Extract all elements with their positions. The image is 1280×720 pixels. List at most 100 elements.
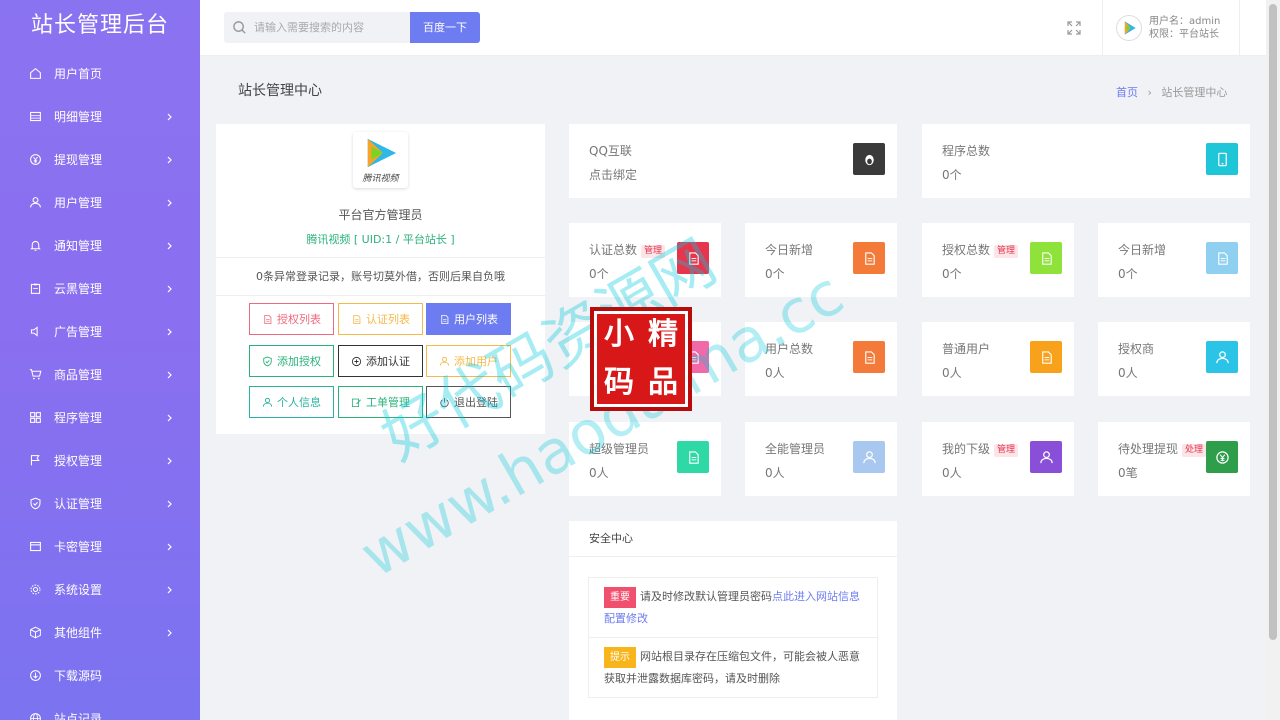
stat-card-7[interactable]: 用户总数 0人	[745, 322, 897, 396]
seal-char: 精	[648, 317, 678, 352]
stat-value: 0人	[589, 466, 609, 480]
quick-button-8[interactable]: 退出登陆	[426, 386, 511, 418]
stat-value: 0笔	[1118, 466, 1138, 480]
sidebar-nav: 用户首页明细管理提现管理用户管理 通知管理 云黑管理 广告管理 商品管理程序管理授权管理…	[0, 52, 200, 720]
stat-tag[interactable]: 管理	[994, 245, 1019, 258]
list-icon	[28, 110, 42, 124]
sidebar-item-0[interactable]: 用户首页	[0, 52, 200, 95]
sidebar-item-6[interactable]: 广告管理	[0, 310, 200, 353]
stat-value: 0人	[942, 366, 962, 380]
sidebar-item-1[interactable]: 明细管理	[0, 95, 200, 138]
stat-card-12[interactable]: 我的下级 管理 0人	[922, 422, 1074, 496]
sidebar-item-13[interactable]: 其他组件	[0, 611, 200, 654]
quick-button-0[interactable]: 授权列表	[249, 303, 334, 335]
sidebar-item-12[interactable]: 系统设置	[0, 568, 200, 611]
sidebar-item-label: 用户首页	[54, 67, 103, 81]
phone-icon	[1206, 143, 1238, 175]
notice-text: 网站根目录存在压缩包文件，可能会被人恶意获取并泄露数据库密码，请及时删除	[604, 650, 860, 685]
doc-icon	[439, 314, 454, 325]
quick-button-5[interactable]: 添加用户	[426, 345, 511, 377]
sidebar-item-2[interactable]: 提现管理	[0, 138, 200, 181]
stat-title: 今日新增	[1118, 243, 1167, 257]
quick-button-3[interactable]: 添加授权	[249, 345, 334, 377]
stat-value: 0人	[765, 366, 785, 380]
doc-icon	[1030, 242, 1062, 274]
sidebar-item-10[interactable]: 认证管理	[0, 482, 200, 525]
quick-button-label: 添加认证	[366, 355, 410, 368]
stat-title: 用户总数	[765, 342, 814, 356]
chevron-right-icon	[166, 586, 174, 594]
quick-button-6[interactable]: 个人信息	[249, 386, 334, 418]
quick-button-7[interactable]: 工单管理	[338, 386, 423, 418]
stat-card-5[interactable]: 今日新增 0个	[1098, 223, 1250, 297]
chevron-right-icon	[166, 328, 174, 336]
user-profile-box[interactable]: 用户名：admin 权限：平台站长	[1102, 0, 1240, 56]
penguin-icon	[853, 143, 885, 175]
quick-button-1[interactable]: 认证列表	[338, 303, 423, 335]
quick-button-label: 个人信息	[277, 396, 321, 409]
stat-tag[interactable]: 处理	[1182, 444, 1207, 457]
stat-tag[interactable]: 管理	[641, 245, 666, 258]
gear-icon	[28, 583, 42, 597]
sidebar-item-9[interactable]: 授权管理	[0, 439, 200, 482]
stat-value: 0个	[765, 267, 785, 281]
sidebar-item-11[interactable]: 卡密管理	[0, 525, 200, 568]
quick-button-2[interactable]: 用户列表	[426, 303, 511, 335]
security-notice-1: 提示 网站根目录存在压缩包文件，可能会被人恶意获取并泄露数据库密码，请及时删除	[589, 637, 877, 697]
doc-icon	[262, 314, 277, 325]
flag-icon	[28, 454, 42, 468]
security-center: 安全中心 重要 请及时修改默认管理员密码点此进入网站信息配置修改 提示 网站根目录存在…	[569, 521, 897, 720]
sidebar-item-8[interactable]: 程序管理	[0, 396, 200, 439]
sidebar-item-label: 提现管理	[54, 153, 103, 167]
stat-card-9[interactable]: 授权商 0人	[1098, 322, 1250, 396]
seal-char: 小	[604, 317, 634, 352]
stat-card-11[interactable]: 全能管理员 0人	[745, 422, 897, 496]
quick-button-label: 退出登陆	[454, 396, 498, 409]
breadcrumb-separator: ›	[1147, 86, 1152, 99]
sidebar-item-7[interactable]: 商品管理	[0, 353, 200, 396]
notice-text: 请及时修改默认管理员密码	[640, 590, 772, 603]
yen-icon	[28, 153, 42, 167]
sidebar-item-4[interactable]: 通知管理	[0, 224, 200, 267]
sidebar-item-14[interactable]: 下载源码	[0, 654, 200, 697]
page-scrollbar[interactable]	[1266, 0, 1280, 720]
stat-title: 授权总数	[942, 243, 991, 257]
stat-value: 0个	[942, 168, 962, 182]
role-label: 权限：平台站长	[1149, 29, 1219, 40]
quick-button-label: 添加授权	[277, 355, 321, 368]
stat-tag[interactable]: 管理	[994, 444, 1019, 457]
quick-button-4[interactable]: 添加认证	[338, 345, 423, 377]
stat-card-10[interactable]: 超级管理员 0人	[569, 422, 721, 496]
cart-icon	[28, 368, 42, 382]
stat-value: 0人	[765, 466, 785, 480]
breadcrumb-home[interactable]: 首页	[1116, 86, 1138, 99]
shield-check-icon	[262, 356, 277, 367]
sidebar-item-label: 其他组件	[54, 626, 103, 640]
sidebar-item-15[interactable]: 站点记录	[0, 697, 200, 720]
card-icon	[28, 540, 42, 554]
doc-icon	[853, 242, 885, 274]
stat-card-2[interactable]: 认证总数 管理 0个	[569, 223, 721, 297]
security-title: 安全中心	[569, 521, 897, 557]
home-icon	[28, 67, 42, 81]
search-input[interactable]	[254, 21, 404, 34]
fullscreen-icon[interactable]	[1066, 20, 1082, 36]
stat-card-4[interactable]: 授权总数 管理 0个	[922, 223, 1074, 297]
search-box	[224, 12, 410, 43]
login-warning: 0条异常登录记录，账号切莫外借，否则后果自负哦	[216, 257, 545, 296]
stat-card-8[interactable]: 普通用户 0人	[922, 322, 1074, 396]
search-button[interactable]: 百度一下	[410, 12, 480, 43]
profile-card: 腾讯视频 平台官方管理员 腾讯视频 [ UID:1 / 平台站长 ] 0条异常登…	[216, 124, 545, 434]
stat-card-0[interactable]: QQ互联 点击绑定	[569, 124, 897, 198]
username-label: 用户名：admin	[1149, 16, 1221, 27]
sidebar-item-label: 下载源码	[54, 669, 103, 683]
sidebar-item-3[interactable]: 用户管理	[0, 181, 200, 224]
download-icon	[28, 669, 42, 683]
stat-card-13[interactable]: 待处理提现 处理 0笔	[1098, 422, 1250, 496]
sidebar-item-label: 程序管理	[54, 411, 103, 425]
stat-card-3[interactable]: 今日新增 0个	[745, 223, 897, 297]
stat-title: QQ互联	[589, 144, 632, 158]
stat-card-1[interactable]: 程序总数 0个	[922, 124, 1250, 198]
sidebar-item-5[interactable]: 云黑管理	[0, 267, 200, 310]
chevron-right-icon	[166, 113, 174, 121]
